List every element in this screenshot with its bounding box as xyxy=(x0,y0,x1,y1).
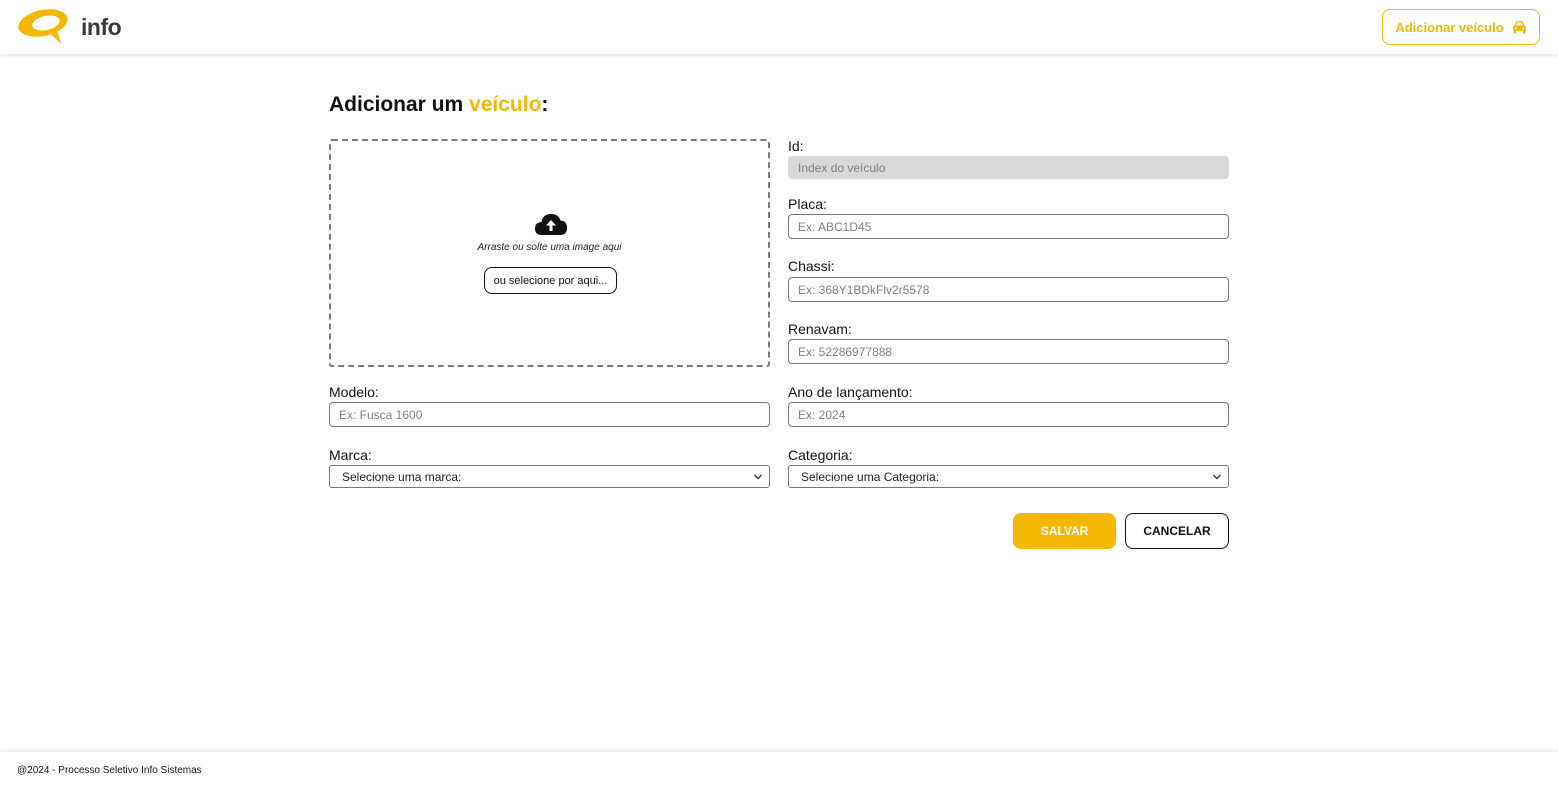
ano-label: Ano de lançamento: xyxy=(788,384,913,400)
top-navbar: info Adicionar veículo xyxy=(0,0,1558,54)
cancel-button[interactable]: CANCELAR xyxy=(1125,513,1229,549)
dropzone-text: Arraste ou solte uma image aqui xyxy=(477,242,622,253)
page-title: Adicionar um veículo: xyxy=(329,93,548,117)
id-field xyxy=(788,156,1229,179)
chevron-down-icon xyxy=(754,474,762,480)
placa-field[interactable] xyxy=(788,214,1229,239)
add-vehicle-label: Adicionar veículo xyxy=(1395,19,1504,35)
renavam-label: Renavam: xyxy=(788,321,852,337)
image-dropzone[interactable]: Arraste ou solte uma image aqui ou selec… xyxy=(329,139,770,367)
save-button[interactable]: SALVAR xyxy=(1013,513,1116,549)
chassi-field[interactable] xyxy=(788,277,1229,302)
renavam-field[interactable] xyxy=(788,339,1229,364)
modelo-field[interactable] xyxy=(329,402,770,427)
categoria-select[interactable]: Selecione uma Categoria: xyxy=(788,465,1229,488)
ano-field[interactable] xyxy=(788,402,1229,427)
select-file-button[interactable]: ou selecione por aqui... xyxy=(484,267,617,294)
cloud-upload-icon xyxy=(535,214,567,235)
footer: @2024 - Processo Seletivo Info Sistemas xyxy=(0,752,1558,788)
logo[interactable]: info xyxy=(17,6,127,46)
marca-select-value: Selecione uma marca: xyxy=(342,469,462,484)
marca-select[interactable]: Selecione uma marca: xyxy=(329,465,770,488)
logo-text: info xyxy=(81,14,122,40)
page-title-accent: veículo xyxy=(469,93,542,116)
page-title-suffix: : xyxy=(541,93,549,116)
chassi-label: Chassi: xyxy=(788,258,835,274)
chevron-down-icon xyxy=(1213,474,1221,480)
page-title-prefix: Adicionar um xyxy=(329,93,470,116)
footer-text: @2024 - Processo Seletivo Info Sistemas xyxy=(17,765,202,776)
add-vehicle-button[interactable]: Adicionar veículo xyxy=(1382,9,1540,45)
categoria-select-value: Selecione uma Categoria: xyxy=(801,469,940,484)
marca-label: Marca: xyxy=(329,447,372,463)
categoria-label: Categoria: xyxy=(788,447,853,463)
logo-q-icon xyxy=(18,9,68,44)
placa-label: Placa: xyxy=(788,196,827,212)
car-icon xyxy=(1512,20,1526,33)
id-label: Id: xyxy=(788,138,804,154)
modelo-label: Modelo: xyxy=(329,384,379,400)
